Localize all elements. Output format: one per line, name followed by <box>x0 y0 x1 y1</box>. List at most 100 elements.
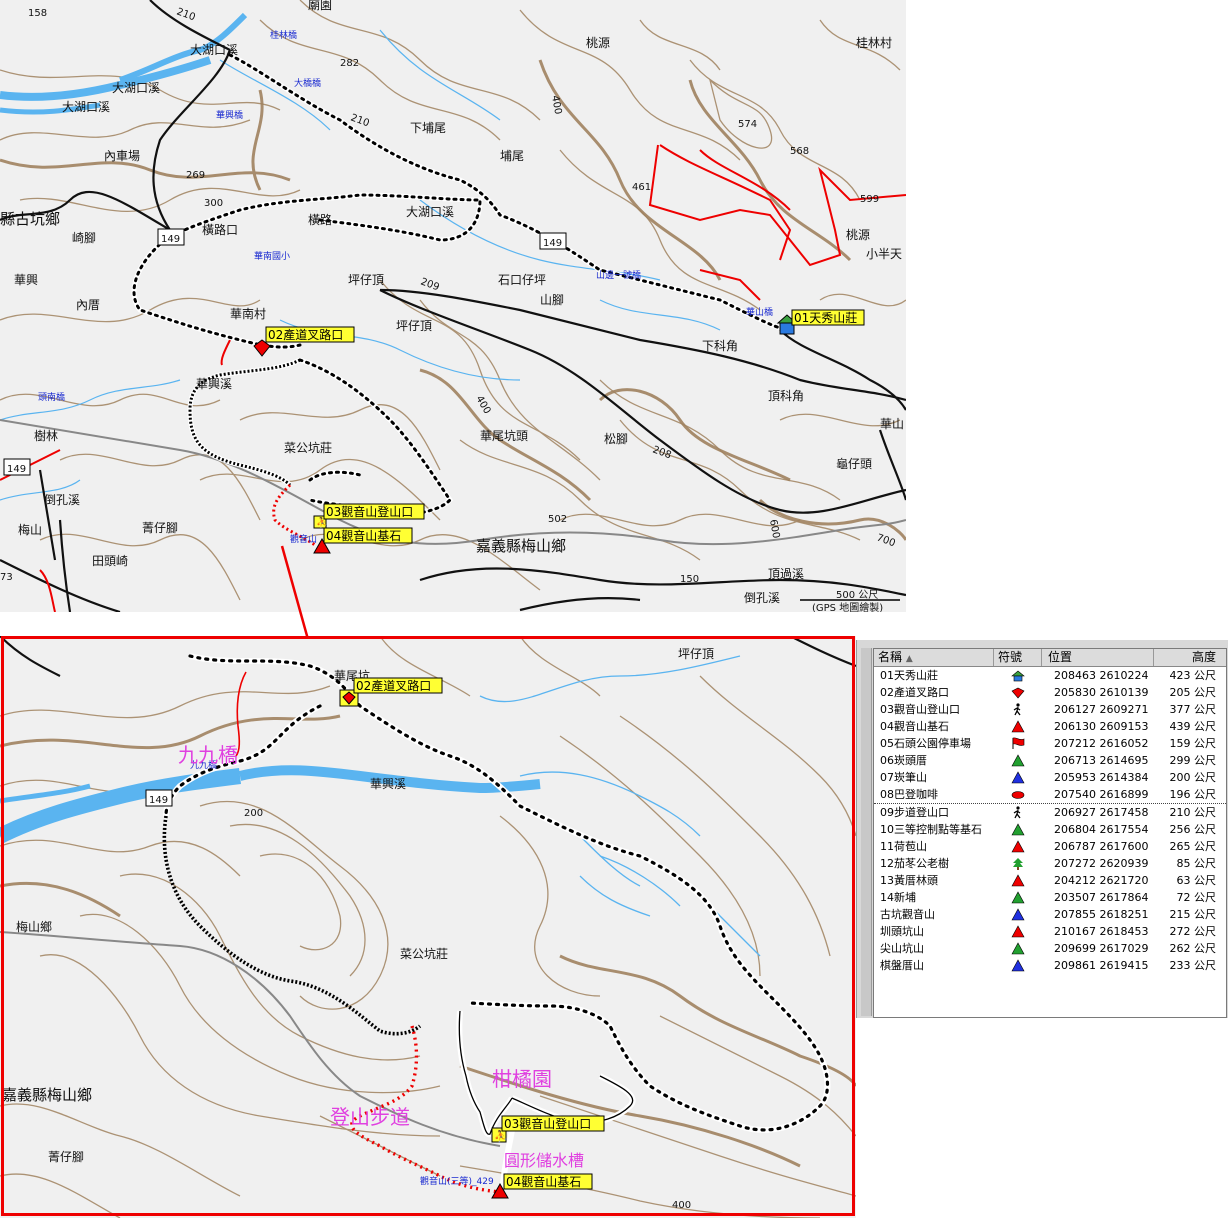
red-triangle-icon <box>994 923 1042 940</box>
row-position: 210167 2618453 <box>1054 925 1149 938</box>
table-row[interactable]: 10三等控制點等基石 206804 2617554 256 公尺 <box>874 821 1226 838</box>
red-triangle-icon <box>994 872 1042 889</box>
table-row[interactable]: 08巴登咖啡 207540 2616899 196 公尺 <box>874 786 1226 803</box>
zoom-waypoint-04[interactable]: 04觀音山基石 <box>491 1173 593 1199</box>
table-row[interactable]: 03觀音山登山口 206127 2609271 377 公尺 <box>874 701 1226 718</box>
row-position: 206127 2609271 <box>1054 703 1149 716</box>
header-elevation[interactable]: 高度 <box>1154 649 1224 666</box>
green-triangle-icon <box>994 889 1042 906</box>
waypoint-panel: 名稱 ▲ 符號 位置 高度 01天秀山莊 208463 2610224 423 公尺… <box>856 640 1228 1018</box>
summit-label: 觀音山(三等)_429 <box>420 1175 494 1187</box>
annotation-label: 柑橘園 <box>492 1067 552 1091</box>
blue-triangle-icon <box>994 906 1042 923</box>
blue-triangle-icon <box>994 769 1042 786</box>
row-position: 206713 2614695 <box>1054 754 1149 767</box>
place-label: 梅山鄉 <box>16 919 52 934</box>
header-position[interactable]: 位置 <box>1042 649 1154 666</box>
row-name: 10三等控制點等基石 <box>880 823 982 836</box>
row-name: 05石頭公園停車場 <box>880 737 971 750</box>
table-row[interactable]: 06崁頭厝 206713 2614695 299 公尺 <box>874 752 1226 769</box>
house-icon <box>994 667 1042 684</box>
row-name: 01天秀山莊 <box>880 669 938 682</box>
table-row[interactable]: 13黃厝林頭 204212 2621720 63 公尺 <box>874 872 1226 889</box>
red-triangle-icon <box>994 718 1042 735</box>
row-elevation: 233 公尺 <box>1169 959 1217 972</box>
table-body: 01天秀山莊 208463 2610224 423 公尺 02產道叉路口 205830 … <box>874 667 1226 974</box>
row-position: 207855 2618251 <box>1054 908 1149 921</box>
svg-text:149: 149 <box>149 795 168 806</box>
row-name: 13黃厝林頭 <box>880 874 938 887</box>
row-position: 207272 2620939 <box>1054 857 1149 870</box>
table-row[interactable]: 14新埔 203507 2617864 72 公尺 <box>874 889 1226 906</box>
row-position: 209699 2617029 <box>1054 942 1149 955</box>
row-elevation: 439 公尺 <box>1169 720 1217 733</box>
zoom-waypoint-02[interactable]: 02產道叉路口 <box>339 677 443 707</box>
row-position: 207540 2616899 <box>1054 788 1149 801</box>
row-elevation: 262 公尺 <box>1169 942 1217 955</box>
red-flag-icon <box>994 735 1042 752</box>
table-row[interactable]: 01天秀山莊 208463 2610224 423 公尺 <box>874 667 1226 684</box>
row-position: 204212 2621720 <box>1054 874 1149 887</box>
row-elevation: 215 公尺 <box>1169 908 1217 921</box>
panel-scroll-strip[interactable] <box>861 648 872 1016</box>
annotation-label: 圓形儲水槽 <box>504 1151 584 1170</box>
row-elevation: 272 公尺 <box>1169 925 1217 938</box>
row-name: 14新埔 <box>880 891 916 904</box>
row-name: 古坑觀音山 <box>880 908 935 921</box>
row-elevation: 200 公尺 <box>1169 771 1217 784</box>
svg-text:03觀音山登山口: 03觀音山登山口 <box>504 1116 591 1131</box>
elevation-label: 200 <box>244 808 263 819</box>
zoom-track <box>164 654 830 1132</box>
header-name[interactable]: 名稱 ▲ <box>874 649 994 666</box>
table-row[interactable]: 11荷苞山 206787 2617600 265 公尺 <box>874 838 1226 855</box>
row-elevation: 299 公尺 <box>1169 754 1217 767</box>
row-elevation: 63 公尺 <box>1176 874 1217 887</box>
row-position: 208463 2610224 <box>1054 669 1149 682</box>
svg-text:04觀音山基石: 04觀音山基石 <box>506 1174 581 1189</box>
row-name: 06崁頭厝 <box>880 754 927 767</box>
red-triangle-icon <box>994 838 1042 855</box>
row-position: 209861 2619415 <box>1054 959 1149 972</box>
table-row[interactable]: 棋盤厝山 209861 2619415 233 公尺 <box>874 957 1226 974</box>
zoom-highway-shield: 149 <box>145 789 173 807</box>
place-label: 嘉義縣梅山鄉 <box>2 1086 92 1104</box>
table-row[interactable]: 02產道叉路口 205830 2610139 205 公尺 <box>874 684 1226 701</box>
zoom-map[interactable]: 149 坪仔頂 華興溪 菜公坑莊 梅山鄉 嘉義縣梅山鄉 菁仔腳 華尾坑 200 … <box>0 636 856 1218</box>
row-elevation: 256 公尺 <box>1169 823 1217 836</box>
row-position: 207212 2616052 <box>1054 737 1149 750</box>
row-elevation: 265 公尺 <box>1169 840 1217 853</box>
place-label: 菜公坑莊 <box>400 946 448 961</box>
row-position: 205953 2614384 <box>1054 771 1149 784</box>
row-name: 圳頭坑山 <box>880 925 924 938</box>
table-row[interactable]: 12茄苳公老樹 207272 2620939 85 公尺 <box>874 855 1226 872</box>
row-name: 02產道叉路口 <box>880 686 949 699</box>
waypoint-table: 名稱 ▲ 符號 位置 高度 01天秀山莊 208463 2610224 423 公尺… <box>873 648 1227 1018</box>
row-elevation: 85 公尺 <box>1176 857 1217 870</box>
row-position: 206927 2617458 <box>1054 806 1149 819</box>
row-name: 07崁筆山 <box>880 771 927 784</box>
table-row[interactable]: 05石頭公園停車場 207212 2616052 159 公尺 <box>874 735 1226 752</box>
annotation-label: 登山步道 <box>330 1105 410 1129</box>
table-row[interactable]: 圳頭坑山 210167 2618453 272 公尺 <box>874 923 1226 940</box>
header-symbol[interactable]: 符號 <box>994 649 1042 666</box>
table-row[interactable]: 04觀音山基石 206130 2609153 439 公尺 <box>874 718 1226 735</box>
blue-triangle-icon <box>994 957 1042 974</box>
table-row[interactable]: 07崁筆山 205953 2614384 200 公尺 <box>874 769 1226 786</box>
row-elevation: 205 公尺 <box>1169 686 1217 699</box>
table-row[interactable]: 古坑觀音山 207855 2618251 215 公尺 <box>874 906 1226 923</box>
table-row[interactable]: 尖山坑山 209699 2617029 262 公尺 <box>874 940 1226 957</box>
row-name: 棋盤厝山 <box>880 959 924 972</box>
table-row[interactable]: 09步道登山口 206927 2617458 210 公尺 <box>874 803 1226 821</box>
row-elevation: 72 公尺 <box>1176 891 1217 904</box>
row-position: 206130 2609153 <box>1054 720 1149 733</box>
row-position: 205830 2610139 <box>1054 686 1149 699</box>
green-triangle-icon <box>994 940 1042 957</box>
row-name: 04觀音山基石 <box>880 720 949 733</box>
row-name: 08巴登咖啡 <box>880 788 938 801</box>
row-elevation: 210 公尺 <box>1169 806 1217 819</box>
svg-text:02產道叉路口: 02產道叉路口 <box>356 678 431 693</box>
elevation-label: 400 <box>672 1200 691 1211</box>
row-position: 206804 2617554 <box>1054 823 1149 836</box>
place-label: 坪仔頂 <box>678 647 714 661</box>
red-ellipse-icon <box>994 786 1042 803</box>
